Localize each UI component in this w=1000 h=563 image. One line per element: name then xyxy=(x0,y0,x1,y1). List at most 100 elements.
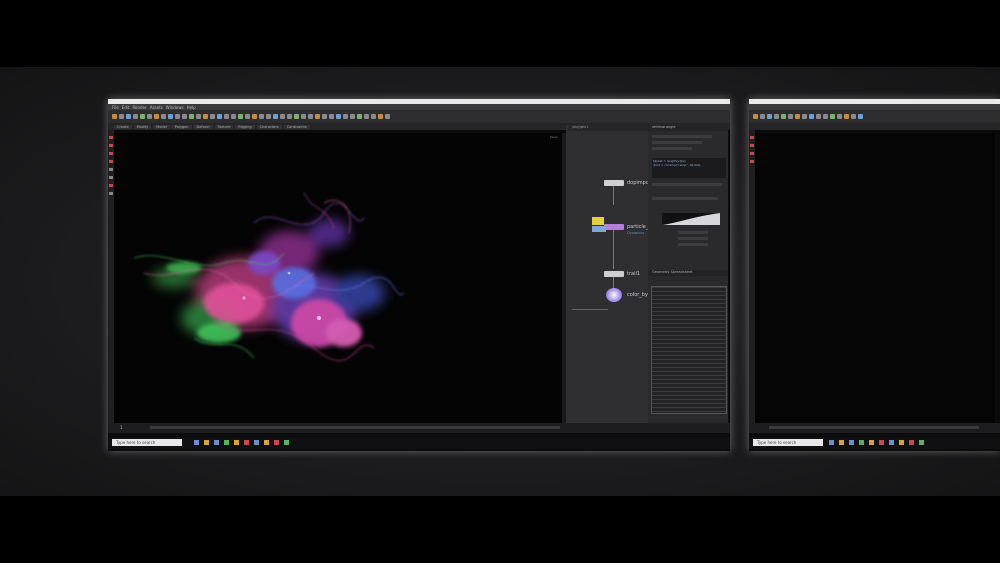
tool-icon[interactable] xyxy=(189,114,194,119)
tool-icon[interactable] xyxy=(182,114,187,119)
menu-item[interactable]: Windows xyxy=(166,105,184,110)
menu-item[interactable]: Help xyxy=(187,105,196,110)
tool-icon[interactable] xyxy=(350,114,355,119)
param-row[interactable] xyxy=(678,237,708,240)
app-icon[interactable] xyxy=(919,440,924,445)
tool-icon[interactable] xyxy=(126,114,131,119)
move-tool-icon[interactable] xyxy=(750,144,754,147)
browser-icon[interactable] xyxy=(849,440,854,445)
view-tool-icon[interactable] xyxy=(109,192,113,195)
brush-tool-icon[interactable] xyxy=(109,184,113,187)
tool-icon[interactable] xyxy=(343,114,348,119)
param-row[interactable] xyxy=(678,243,708,246)
tool-icon[interactable] xyxy=(140,114,145,119)
tool-icon[interactable] xyxy=(273,114,278,119)
tool-icon[interactable] xyxy=(238,114,243,119)
app-icon[interactable] xyxy=(244,440,249,445)
scale-tool-icon[interactable] xyxy=(109,160,113,163)
param-row[interactable] xyxy=(652,141,702,144)
network-path-tab[interactable]: /obj/geo1 xyxy=(568,125,648,131)
menu-item[interactable]: Render xyxy=(132,105,146,110)
tool-icon[interactable] xyxy=(252,114,257,119)
tool-icon[interactable] xyxy=(224,114,229,119)
tool-icon[interactable] xyxy=(168,114,173,119)
timeline-scrubber[interactable] xyxy=(769,426,979,429)
tool-icon[interactable] xyxy=(788,114,793,119)
tool-icon[interactable] xyxy=(112,114,117,119)
taskbar-search-input[interactable]: Type here to search xyxy=(112,439,182,446)
app-icon[interactable] xyxy=(274,440,279,445)
pose-tool-icon[interactable] xyxy=(109,176,113,179)
tool-icon[interactable] xyxy=(119,114,124,119)
app-icon[interactable] xyxy=(859,440,864,445)
spreadsheet-grid[interactable] xyxy=(651,286,727,414)
spreadsheet-tab[interactable]: Geometry Spreadsheet xyxy=(648,270,728,276)
task-view-icon[interactable] xyxy=(194,440,199,445)
shelf-tab[interactable]: Deform xyxy=(193,124,213,129)
tool-icon[interactable] xyxy=(231,114,236,119)
tool-icon[interactable] xyxy=(322,114,327,119)
tool-icon[interactable] xyxy=(357,114,362,119)
tool-icon[interactable] xyxy=(280,114,285,119)
tool-icon[interactable] xyxy=(823,114,828,119)
app-icon[interactable] xyxy=(284,440,289,445)
param-row[interactable] xyxy=(652,183,722,186)
app-icon[interactable] xyxy=(879,440,884,445)
viewport-camera-label[interactable]: Persp xyxy=(550,135,558,139)
app-icon[interactable] xyxy=(254,440,259,445)
tool-icon[interactable] xyxy=(196,114,201,119)
shelf-tab[interactable]: Modify xyxy=(133,124,152,129)
current-frame[interactable]: 1 xyxy=(120,425,123,430)
tool-icon[interactable] xyxy=(315,114,320,119)
rotate-tool-icon[interactable] xyxy=(109,152,113,155)
menu-item[interactable]: File xyxy=(112,105,119,110)
shelf-tab[interactable]: Rigging xyxy=(235,124,255,129)
tool-icon[interactable] xyxy=(294,114,299,119)
network-editor[interactable]: /obj/geo1 dopimport1 particle_sim2 Dynam… xyxy=(566,125,660,423)
tool-icon[interactable] xyxy=(385,114,390,119)
app-icon[interactable] xyxy=(234,440,239,445)
tool-icon[interactable] xyxy=(133,114,138,119)
task-view-icon[interactable] xyxy=(829,440,834,445)
tool-icon[interactable] xyxy=(795,114,800,119)
shelf-tab[interactable]: Texture xyxy=(214,124,234,129)
houdini-icon[interactable] xyxy=(264,440,269,445)
rotate-tool-icon[interactable] xyxy=(750,152,754,155)
tool-icon[interactable] xyxy=(308,114,313,119)
select-tool-icon[interactable] xyxy=(750,136,754,139)
tool-icon[interactable] xyxy=(329,114,334,119)
tool-icon[interactable] xyxy=(830,114,835,119)
tool-icon[interactable] xyxy=(154,114,159,119)
param-row[interactable] xyxy=(652,147,692,150)
shelf-tab[interactable]: Characters xyxy=(256,124,282,129)
tool-icon[interactable] xyxy=(287,114,292,119)
tool-icon[interactable] xyxy=(844,114,849,119)
parameter-node-tab[interactable]: attribwrangle xyxy=(648,125,728,131)
playbar[interactable]: 1 xyxy=(108,423,730,433)
tool-icon[interactable] xyxy=(781,114,786,119)
handle-tool-icon[interactable] xyxy=(109,168,113,171)
file-explorer-icon[interactable] xyxy=(839,440,844,445)
shelf-tab[interactable]: Model xyxy=(153,124,170,129)
browser-icon[interactable] xyxy=(214,440,219,445)
tool-icon[interactable] xyxy=(802,114,807,119)
color-ramp-widget[interactable] xyxy=(662,213,720,225)
tool-icon[interactable] xyxy=(217,114,222,119)
param-row[interactable] xyxy=(652,135,712,138)
tool-icon[interactable] xyxy=(837,114,842,119)
tool-icon[interactable] xyxy=(336,114,341,119)
vex-code-editor[interactable]: f@dist = length(v@v); @Cd = chramp("ramp… xyxy=(652,158,726,178)
tool-icon[interactable] xyxy=(760,114,765,119)
select-tool-icon[interactable] xyxy=(109,136,113,139)
tool-icon[interactable] xyxy=(266,114,271,119)
param-row[interactable] xyxy=(678,231,708,234)
tool-icon[interactable] xyxy=(245,114,250,119)
tool-icon[interactable] xyxy=(816,114,821,119)
tool-icon[interactable] xyxy=(851,114,856,119)
file-explorer-icon[interactable] xyxy=(204,440,209,445)
node-particle-sim[interactable] xyxy=(604,224,624,230)
houdini-icon[interactable] xyxy=(899,440,904,445)
tool-icon[interactable] xyxy=(259,114,264,119)
app-icon[interactable] xyxy=(869,440,874,445)
tool-icon[interactable] xyxy=(147,114,152,119)
